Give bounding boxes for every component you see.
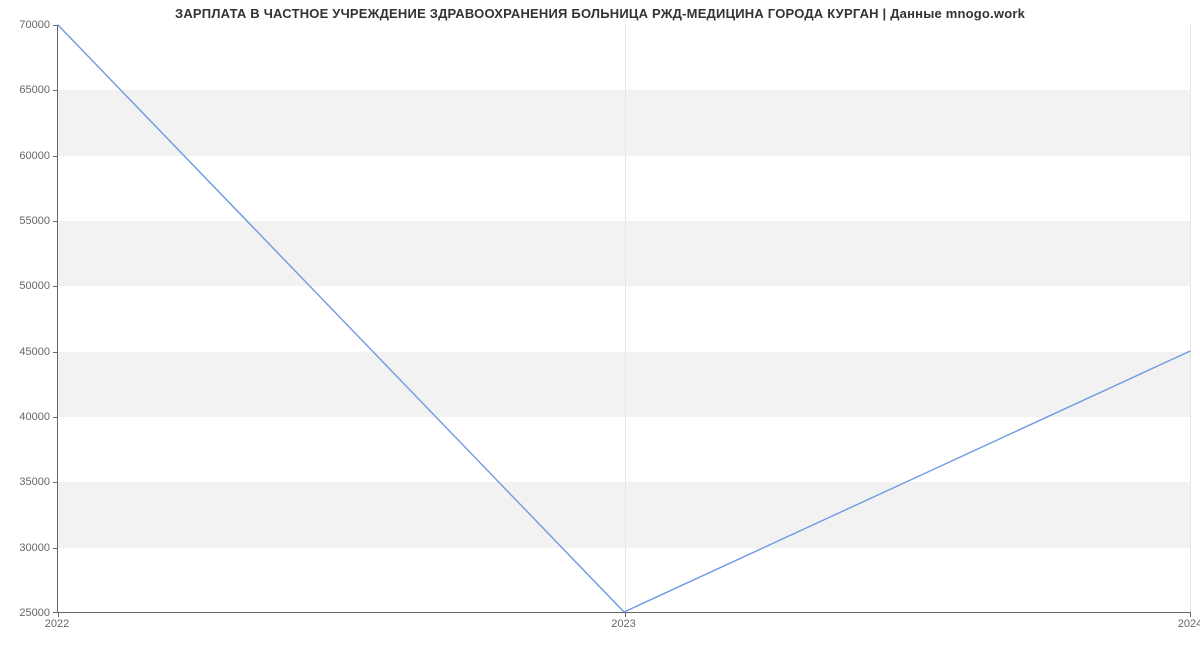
x-tick-label: 2024 [1178,618,1200,630]
chart-title: ЗАРПЛАТА В ЧАСТНОЕ УЧРЕЖДЕНИЕ ЗДРАВООХРА… [0,6,1200,21]
x-tick-label: 2023 [611,618,635,630]
y-tick-label: 60000 [4,150,50,162]
y-tick-label: 30000 [4,542,50,554]
data-line [58,25,1191,613]
series-polyline [58,25,1190,612]
plot-area [57,25,1190,613]
y-tick-label: 50000 [4,280,50,292]
x-tick-label: 2022 [45,618,69,630]
y-tick-label: 55000 [4,215,50,227]
y-tick-label: 70000 [4,19,50,31]
y-tick-label: 65000 [4,84,50,96]
y-tick-label: 25000 [4,607,50,619]
y-tick-label: 45000 [4,346,50,358]
y-tick-label: 35000 [4,476,50,488]
y-tick-label: 40000 [4,411,50,423]
chart-container: ЗАРПЛАТА В ЧАСТНОЕ УЧРЕЖДЕНИЕ ЗДРАВООХРА… [0,0,1200,650]
